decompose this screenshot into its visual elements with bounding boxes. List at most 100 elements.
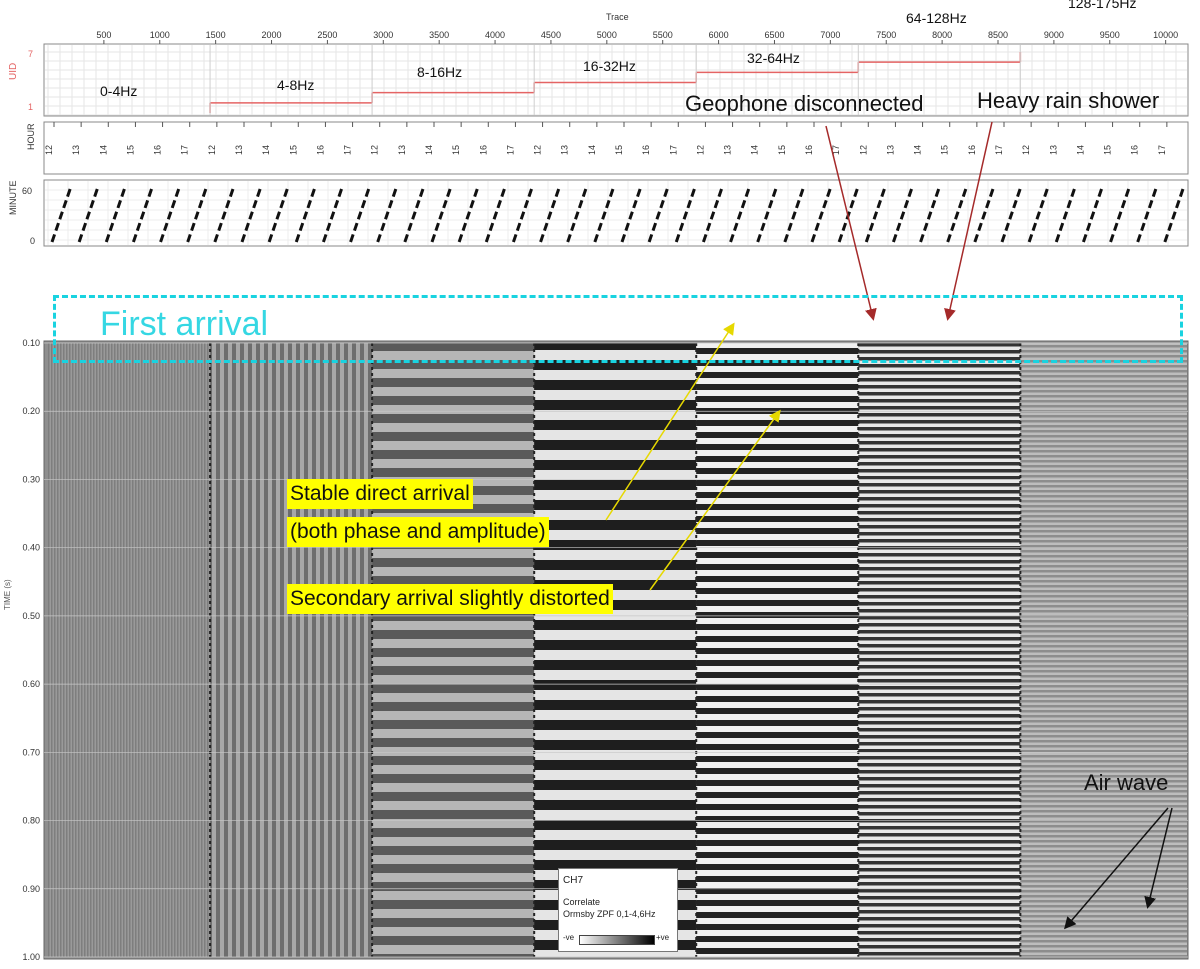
hour-tick-label: 17: [505, 145, 515, 155]
hour-tick-label: 13: [723, 145, 733, 155]
annotation-air-wave: Air wave: [1084, 770, 1169, 795]
trace-tick-label: 3000: [373, 30, 393, 40]
hour-tick-label: 16: [478, 145, 488, 155]
band-label-64-128: 64-128Hz: [906, 10, 967, 26]
hour-tick-label: 12: [207, 145, 217, 155]
hour-tick-label: 14: [1075, 145, 1085, 155]
hour-tick-label: 14: [261, 145, 271, 155]
trace-tick-label: 4500: [541, 30, 561, 40]
trace-tick-label: 2500: [317, 30, 337, 40]
hour-tick-label: 14: [98, 145, 108, 155]
seismic-traces: [48, 343, 1187, 957]
legend-line1: Correlate: [563, 897, 601, 907]
seismic-band-5: [858, 343, 1021, 957]
trace-tick-label: 9000: [1044, 30, 1064, 40]
seismic-band-0: [48, 343, 211, 957]
annotation-heavy-rain: Heavy rain shower: [977, 88, 1160, 113]
band-label-4-8: 4-8Hz: [277, 77, 315, 93]
legend-neg: -ve: [563, 933, 575, 942]
hour-tick-label: 16: [153, 145, 163, 155]
trace-tick-label: 1000: [150, 30, 170, 40]
hour-tick-label: 14: [424, 145, 434, 155]
trace-tick-label: 8500: [988, 30, 1008, 40]
uid-axis-label: UID: [8, 63, 19, 80]
seismic-band-1: [210, 343, 373, 957]
minute-tick-60: 60: [22, 186, 32, 196]
hour-tick-label: 17: [668, 145, 678, 155]
time-tick-label: 0.60: [22, 679, 40, 689]
hour-tick-label: 17: [343, 145, 353, 155]
hour-tick-label: 16: [804, 145, 814, 155]
trace-tick-label: 6500: [764, 30, 784, 40]
hour-tick-label: 17: [180, 145, 190, 155]
header-panels: 12 13 14 15 16 17 12 13 14 15 16 17 12 13 14 15 16 17 12 13…: [3, 30, 1189, 962]
time-tick-label: 1.00: [22, 952, 40, 962]
minute-axis-label: MINUTE: [8, 181, 18, 216]
hour-tick-label: 13: [234, 145, 244, 155]
hour-tick-label: 16: [641, 145, 651, 155]
trace-tick-label: 3500: [429, 30, 449, 40]
trace-tick-label: 9500: [1100, 30, 1120, 40]
hour-tick-label: 12: [533, 145, 543, 155]
trace-tick-label: 6000: [709, 30, 729, 40]
trace-axis: 500 1000 1500 2000 2500 3000 3500 4000 4500 5000 5…: [96, 30, 1178, 44]
hour-tick-label: 13: [71, 145, 81, 155]
hour-tick-label: 15: [614, 145, 624, 155]
annotation-first-arrival: First arrival: [100, 305, 269, 343]
seismic-band-2: [372, 343, 535, 957]
hour-tick-label: 15: [451, 145, 461, 155]
time-tick-label: 0.50: [22, 611, 40, 621]
hour-tick-label: 15: [777, 145, 787, 155]
uid-tick-1: 1: [28, 102, 33, 112]
annotation-geophone-disconnected: Geophone disconnected: [685, 91, 924, 116]
hour-tick-label: 13: [885, 145, 895, 155]
trace-tick-label: 500: [96, 30, 111, 40]
band-label-8-16: 8-16Hz: [417, 64, 463, 80]
trace-tick-label: 1500: [206, 30, 226, 40]
hour-tick-label: 12: [858, 145, 868, 155]
seismic-band-3: [534, 343, 697, 957]
hour-tick-label: 17: [994, 145, 1004, 155]
hour-tick-label: 16: [967, 145, 977, 155]
hour-tick-label: 15: [940, 145, 950, 155]
annotation-stable-line2: (both phase and amplitude): [287, 517, 549, 547]
hour-tick-label: 16: [1130, 145, 1140, 155]
annotation-secondary-arrival: Secondary arrival slightly distorted: [287, 584, 613, 614]
hour-tick-label: 12: [44, 145, 54, 155]
hour-tick-label: 12: [695, 145, 705, 155]
hour-tick-label: 12: [370, 145, 380, 155]
hour-tick-label: 15: [288, 145, 298, 155]
legend-pos: +ve: [656, 933, 670, 942]
time-tick-label: 0.70: [22, 747, 40, 757]
trace-tick-label: 2000: [262, 30, 282, 40]
time-axis-label: TIME (s): [3, 579, 12, 610]
hour-tick-label: 13: [1048, 145, 1058, 155]
band-label-128-175: 128-175Hz: [1068, 0, 1137, 11]
trace-tick-label: 10000: [1153, 30, 1178, 40]
time-tick-label: 0.30: [22, 474, 40, 484]
hour-tick-label: 13: [560, 145, 570, 155]
uid-tick-7: 7: [28, 49, 33, 59]
time-tick-label: 0.20: [22, 406, 40, 416]
hour-tick-label: 15: [1103, 145, 1113, 155]
seismic-band-6: [1020, 343, 1187, 957]
hour-tick-label: 14: [587, 145, 597, 155]
hour-axis-label: HOUR: [26, 123, 36, 150]
trace-tick-label: 5500: [653, 30, 673, 40]
hour-tick-label: 13: [397, 145, 407, 155]
band-label-16-32: 16-32Hz: [583, 58, 636, 74]
hour-tick-label: 15: [125, 145, 135, 155]
band-label-0-4: 0-4Hz: [100, 83, 138, 99]
hour-tick-label: 14: [750, 145, 760, 155]
trace-tick-label: 7000: [820, 30, 840, 40]
hour-tick-label: 14: [913, 145, 923, 155]
processing-legend: CH7 Correlate Ormsby ZPF 0,1-4,6Hz -ve +…: [558, 868, 678, 952]
trace-tick-label: 8000: [932, 30, 952, 40]
time-tick-label: 0.40: [22, 543, 40, 553]
time-tick-label: 0.90: [22, 884, 40, 894]
hour-tick-label: 12: [1021, 145, 1031, 155]
seismic-figure: 12 13 14 15 16 17 12 13 14 15 16 17 12 13 14 15 16 17 12 13…: [0, 0, 1200, 969]
trace-tick-label: 5000: [597, 30, 617, 40]
time-tick-label: 0.80: [22, 816, 40, 826]
trace-tick-label: 4000: [485, 30, 505, 40]
